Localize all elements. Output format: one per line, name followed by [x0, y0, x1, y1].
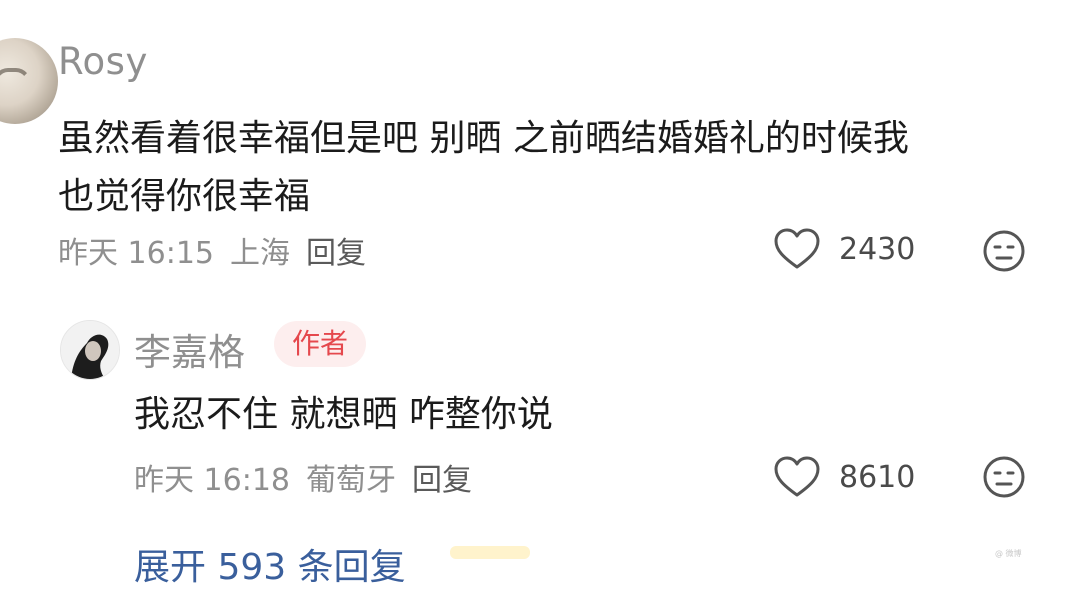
comment-text-line1: 虽然看着很幸福但是吧 别晒 之前晒结婚婚礼的时候我	[58, 118, 909, 159]
neutral-face-icon	[983, 230, 1025, 272]
expand-replies-link[interactable]: 展开 593 条回复	[134, 538, 406, 590]
comment-text-line2: 也觉得你很幸福	[58, 176, 311, 217]
commenter-avatar[interactable]	[0, 38, 58, 124]
reply-time: 昨天 16:18	[134, 463, 290, 498]
avatar-image-icon	[61, 321, 119, 379]
watermark: @ 微博	[995, 549, 1022, 558]
reply-author-avatar[interactable]	[60, 320, 120, 380]
neutral-face-icon	[983, 456, 1025, 498]
author-badge: 作者	[274, 321, 367, 367]
comment-time: 昨天 16:15	[58, 236, 214, 271]
heart-icon	[774, 228, 820, 269]
reply-like-count: 8610	[839, 459, 916, 495]
comment-meta: 昨天 16:15 上海 回复	[58, 228, 382, 272]
reply-meta: 昨天 16:18 葡萄牙 回复	[134, 455, 488, 499]
expand-highlight	[450, 546, 530, 559]
comment-text: 虽然看着很幸福但是吧 别晒 之前晒结婚婚礼的时候我 也觉得你很幸福	[58, 110, 1058, 226]
reply-reply-button[interactable]: 回复	[412, 463, 472, 498]
comment-like-count: 2430	[839, 231, 916, 267]
reply-text: 我忍不住 就想晒 咋整你说	[134, 394, 553, 435]
comment-dislike-button[interactable]	[982, 229, 1026, 273]
reply-author-username[interactable]: 李嘉格	[134, 322, 245, 376]
reply-like-button[interactable]: 8610	[773, 455, 915, 499]
heart-icon	[774, 456, 820, 497]
comment-like-button[interactable]: 2430	[773, 227, 915, 271]
commenter-username[interactable]: Rosy	[58, 40, 148, 83]
reply-location: 葡萄牙	[306, 463, 396, 498]
comment-reply-button[interactable]: 回复	[306, 236, 366, 271]
reply-dislike-button[interactable]	[982, 455, 1026, 499]
comment-location: 上海	[230, 236, 290, 271]
